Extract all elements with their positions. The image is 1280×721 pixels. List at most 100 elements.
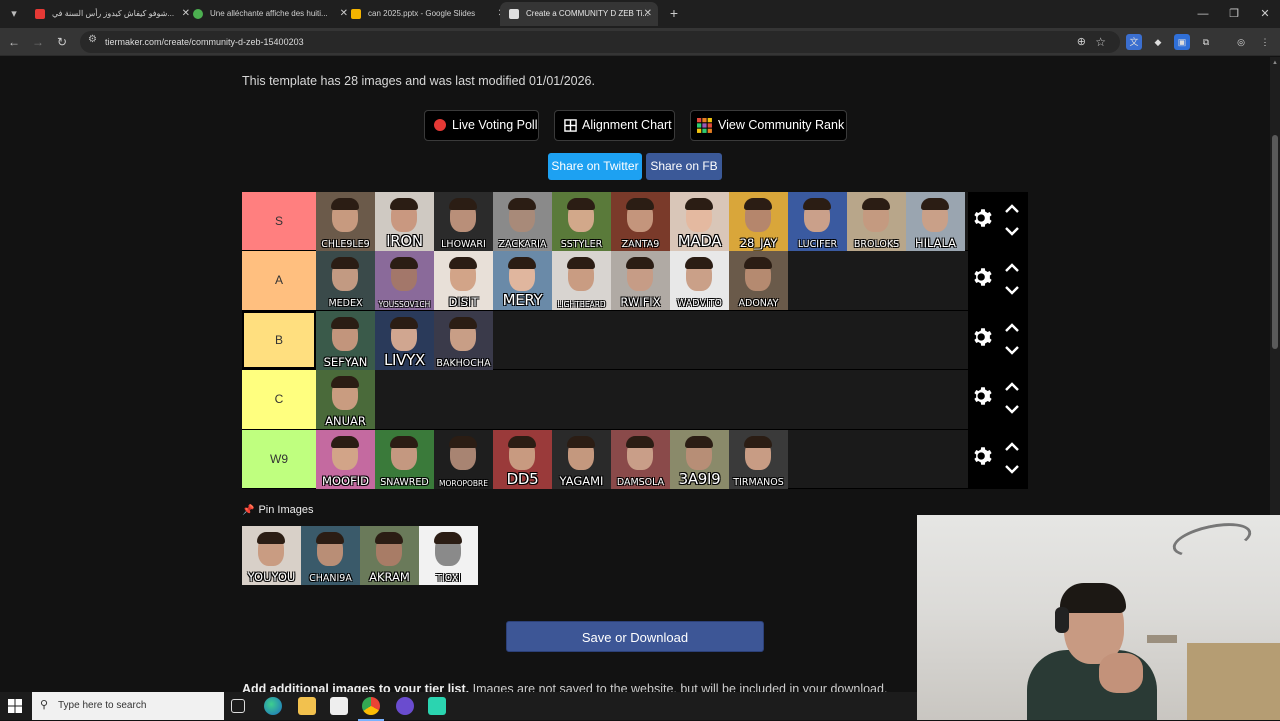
tier-image[interactable]: TIOXI [419,526,478,585]
tier-label[interactable]: A [242,251,316,310]
tier-image[interactable]: CHANI9A [301,526,360,585]
chevron-down-icon[interactable] [1004,344,1020,356]
chevron-up-icon[interactable] [1004,381,1020,393]
tab-2[interactable]: Une alléchante affiche des huiti... ✕ [184,2,354,26]
chevron-down-icon[interactable] [1004,403,1020,415]
tier-image[interactable]: AKRAM [360,526,419,585]
alignment-chart-button[interactable]: Alignment Chart [554,110,675,141]
tier-image[interactable]: ANUAR [316,370,375,430]
share-fb-button[interactable]: Share on FB [646,153,722,180]
tier-image[interactable]: ADONAY [729,251,788,311]
tier-image[interactable]: YOUSSOV1CH [375,251,434,311]
tier-image[interactable]: LIGHTBEARD [552,251,611,311]
profile-icon[interactable]: ◎ [1233,34,1249,50]
tier-image[interactable]: MOOFID [316,429,375,489]
tier-image[interactable]: CHLE9LE9 [316,192,375,251]
gear-icon[interactable] [972,207,994,229]
zoom-icon[interactable]: ⊕ [1077,31,1086,53]
tab-1[interactable]: شوفو كيفاش كيدوز رأس السنة في... ✕ [26,2,196,26]
forward-icon[interactable]: → [28,32,48,52]
tier-image[interactable]: BROLOKS [847,192,906,251]
tier-image[interactable]: MOROPOBRE [434,429,493,489]
restore-icon[interactable]: ❐ [1219,4,1249,24]
tab-3[interactable]: can 2025.pptx - Google Slides ✕ [342,2,512,26]
new-tab-button[interactable]: + [664,4,684,24]
tier-image[interactable]: SNAWRED [375,429,434,489]
extensions-puzzle-icon[interactable]: ⧉ [1198,34,1214,50]
tier-label[interactable]: W9 [242,429,316,488]
tier-label[interactable]: B [242,310,316,370]
minimize-icon[interactable]: — [1188,4,1218,24]
tier-image[interactable]: 28_JAY [729,192,788,251]
tier-image[interactable]: ZACKARIA [493,192,552,251]
gear-icon[interactable] [972,326,994,348]
tier-image[interactable]: MERY [493,251,552,311]
portrait-hair [685,435,713,448]
close-window-icon[interactable]: ✕ [1250,4,1280,24]
tier-image[interactable]: LIVYX [375,310,434,370]
translate-extension-icon[interactable]: 文 [1126,34,1142,50]
tab-4-active[interactable]: Create a COMMUNITY D ZEB Ti... ✕ [500,2,658,26]
tier-image[interactable]: BAKHOCHA [434,310,493,370]
tier-image[interactable]: TIRMANOS [729,429,788,489]
chevron-up-icon[interactable] [1004,322,1020,334]
site-info-icon[interactable]: ⚙ [88,34,97,45]
tier-image[interactable]: LHOWARI [434,192,493,251]
share-twitter-button[interactable]: Share on Twitter [548,153,642,180]
tier-image[interactable]: ZANTA9 [611,192,670,251]
tier-image[interactable]: HILALA [906,192,965,251]
tier-image[interactable]: DD5 [493,429,552,489]
tier-image[interactable]: LUCIFER [788,192,847,251]
chevron-up-icon[interactable] [1004,262,1020,274]
tier-image[interactable]: DISIT [434,251,493,311]
tier-image[interactable]: RWIFIX [611,251,670,311]
chevron-down-icon[interactable] [1004,225,1020,237]
back-icon[interactable]: ← [4,32,24,52]
tier-image[interactable]: MADA [670,192,729,251]
save-or-download-button[interactable]: Save or Download [506,621,764,652]
tier-image[interactable]: SSTYLER [552,192,611,251]
tier-image[interactable]: WADVITO [670,251,729,311]
extension-blue-icon[interactable]: ▣ [1174,34,1190,50]
tab-search-icon[interactable]: ▾ [4,4,24,24]
gear-icon[interactable] [972,445,994,467]
tier-image[interactable]: SEFYAN [316,310,375,370]
chevron-down-icon[interactable] [1004,463,1020,475]
tab-strip: ▾ شوفو كيفاش كيدوز رأس السنة في... ✕ Une… [0,0,1280,28]
app-icon[interactable] [428,697,446,715]
live-voting-poll-button[interactable]: Live Voting Poll [424,110,539,141]
gear-icon[interactable] [972,266,994,288]
add-images-bold: Add additional images to your tier list. [242,682,470,692]
address-bar: ← → ↻ ⚙ tiermaker.com/create/community-d… [0,28,1280,56]
tier-image[interactable]: IRON [375,192,434,251]
store-icon[interactable] [330,697,348,715]
reload-icon[interactable]: ↻ [52,32,72,52]
file-explorer-icon[interactable] [298,697,316,715]
tier-image[interactable]: 3A9I9 [670,429,729,489]
tier-label[interactable]: S [242,192,316,251]
url-field[interactable]: ⚙ tiermaker.com/create/community-d-zeb-1… [80,31,1120,53]
task-view-icon[interactable] [231,699,245,713]
tier-image[interactable]: MEDEX [316,251,375,311]
taskbar-search-box[interactable]: ⚲ Type here to search [32,692,224,720]
discord-icon[interactable] [396,697,414,715]
tier-image[interactable]: DAMSOLA [611,429,670,489]
extension-diamond-icon[interactable]: ◆ [1150,34,1166,50]
chevron-up-icon[interactable] [1004,441,1020,453]
view-community-rank-button[interactable]: View Community Rank [690,110,847,141]
close-icon[interactable]: ✕ [644,2,652,26]
bookmark-star-icon[interactable]: ☆ [1095,31,1106,53]
chevron-down-icon[interactable] [1004,284,1020,296]
windows-start-icon[interactable] [8,699,22,713]
tier-image[interactable]: YOUYOU [242,526,301,585]
gear-icon[interactable] [972,385,994,407]
edge-icon[interactable] [264,697,282,715]
scroll-up-icon[interactable]: ▲ [1272,60,1278,66]
tier-label[interactable]: C [242,370,316,429]
scrollbar-thumb[interactable] [1272,135,1278,349]
image-caption: CHLE9LE9 [321,239,370,250]
menu-dots-icon[interactable]: ⋮ [1257,34,1273,50]
tier-image[interactable]: YAGAMI [552,429,611,489]
chrome-icon[interactable] [358,697,384,721]
chevron-up-icon[interactable] [1004,203,1020,215]
